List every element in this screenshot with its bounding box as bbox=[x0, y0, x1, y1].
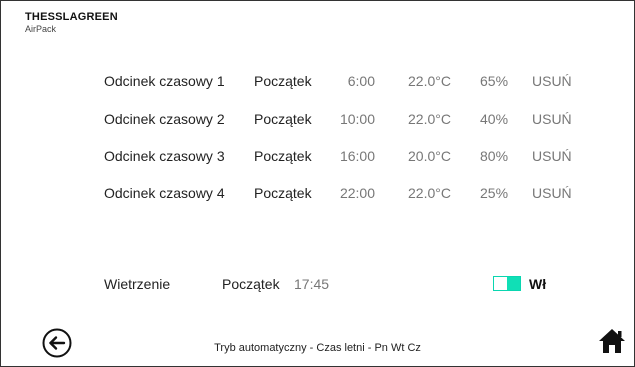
ventilation-start-label: Początek bbox=[222, 276, 280, 292]
mode-status: Tryb automatyczny - Czas letni - Pn Wt C… bbox=[214, 342, 421, 354]
home-button[interactable] bbox=[597, 326, 627, 356]
segment-temperature[interactable]: 22.0°C bbox=[408, 70, 451, 92]
schedule-row: Odcinek czasowy 1 Początek 6:00 22.0°C 6… bbox=[1, 70, 634, 92]
segment-name: Odcinek czasowy 2 bbox=[104, 111, 225, 127]
ventilation-time[interactable]: 17:45 bbox=[294, 273, 329, 295]
segment-delete-button[interactable]: USUŃ bbox=[532, 182, 572, 204]
segment-temperature[interactable]: 22.0°C bbox=[408, 108, 451, 130]
ventilation-toggle-label: Wł bbox=[529, 276, 547, 292]
segment-start-label: Początek bbox=[254, 185, 312, 201]
schedule-row: Odcinek czasowy 3 Początek 16:00 20.0°C … bbox=[1, 145, 634, 167]
ventilation-label: Wietrzenie bbox=[104, 276, 171, 292]
segment-name: Odcinek czasowy 4 bbox=[104, 185, 225, 201]
segment-humidity[interactable]: 25% bbox=[480, 182, 508, 204]
segment-name: Odcinek czasowy 1 bbox=[104, 73, 225, 89]
segment-temperature[interactable]: 22.0°C bbox=[408, 182, 451, 204]
segment-humidity[interactable]: 65% bbox=[480, 70, 508, 92]
segment-start-label: Początek bbox=[254, 111, 312, 127]
segment-delete-button[interactable]: USUŃ bbox=[532, 145, 572, 167]
ventilation-toggle[interactable] bbox=[493, 276, 521, 291]
segment-time[interactable]: 16:00 bbox=[315, 145, 375, 167]
brand: THESSLAGREEN AirPack bbox=[25, 11, 118, 35]
segment-time[interactable]: 6:00 bbox=[315, 70, 375, 92]
schedule-row: Odcinek czasowy 2 Początek 10:00 22.0°C … bbox=[1, 108, 634, 130]
toggle-knob bbox=[507, 277, 520, 290]
screen: THESSLAGREEN AirPack Odcinek czasowy 1 P… bbox=[0, 0, 635, 367]
schedule-row: Odcinek czasowy 4 Początek 22:00 22.0°C … bbox=[1, 182, 634, 204]
segment-start-label: Początek bbox=[254, 148, 312, 164]
brand-product: AirPack bbox=[25, 24, 57, 34]
home-icon bbox=[599, 329, 625, 353]
segment-name: Odcinek czasowy 3 bbox=[104, 148, 225, 164]
segment-temperature[interactable]: 20.0°C bbox=[408, 145, 451, 167]
segment-time[interactable]: 22:00 bbox=[315, 182, 375, 204]
segment-time[interactable]: 10:00 bbox=[315, 108, 375, 130]
segment-delete-button[interactable]: USUŃ bbox=[532, 70, 572, 92]
brand-name: THESSLAGREEN bbox=[25, 11, 118, 23]
segment-humidity[interactable]: 40% bbox=[480, 108, 508, 130]
segment-start-label: Początek bbox=[254, 73, 312, 89]
segment-delete-button[interactable]: USUŃ bbox=[532, 108, 572, 130]
segment-humidity[interactable]: 80% bbox=[480, 145, 508, 167]
